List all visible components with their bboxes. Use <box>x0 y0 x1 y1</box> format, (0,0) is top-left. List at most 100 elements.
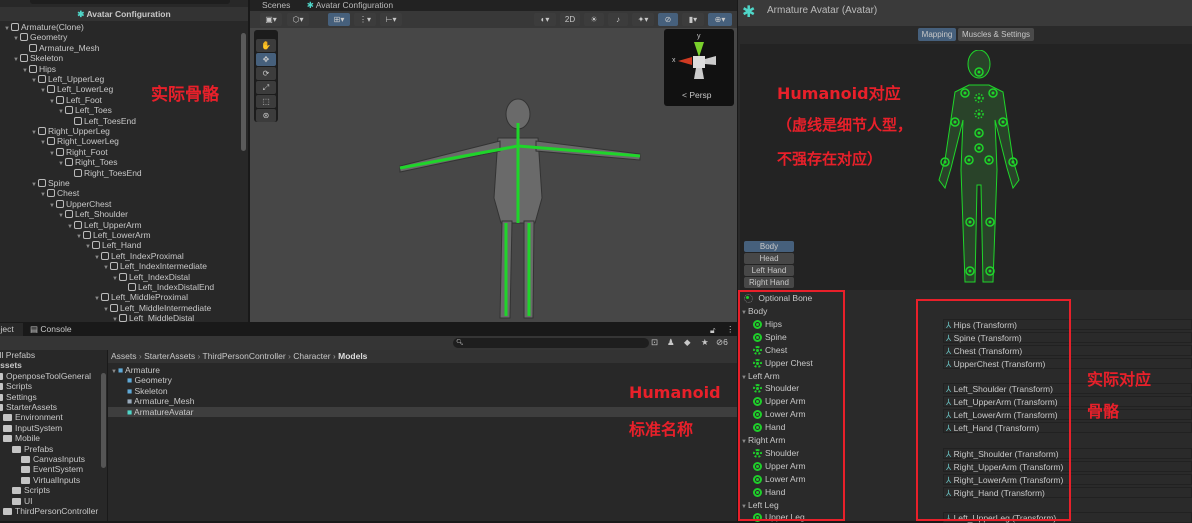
hierarchy-item[interactable]: ▼ Left_Hand <box>85 240 141 250</box>
expand-arrow-icon[interactable]: ▼ <box>40 190 47 200</box>
hierarchy-item[interactable]: ▼ Left_MiddleIntermediate <box>103 303 211 313</box>
grid-snap-button[interactable]: ⊞▾ <box>328 13 350 26</box>
effects-button[interactable]: ✦▾ <box>632 13 654 26</box>
tab-scenes[interactable]: Scenes <box>262 0 290 10</box>
hierarchy-item[interactable]: ▼ Chest <box>40 188 79 198</box>
project-file-item[interactable]: ▼■ Armature <box>108 365 737 375</box>
expand-arrow-icon[interactable]: ▼ <box>58 107 65 117</box>
hierarchy-item[interactable]: ▼ Left_IndexDistal <box>112 272 190 282</box>
hidden-objects-button[interactable]: ⊘ <box>658 13 678 26</box>
search-by-type-icon[interactable]: ⊡ <box>651 337 658 348</box>
increment-snap-button[interactable]: ⋮▾ <box>354 13 376 26</box>
hierarchy-item[interactable]: ▼ Left_Foot <box>49 95 102 105</box>
hierarchy-item[interactable]: ▼ Left_IndexIntermediate <box>103 261 207 271</box>
2d-button[interactable]: 2D <box>560 13 580 26</box>
ruler-button[interactable]: ⊢▾ <box>380 13 402 26</box>
breadcrumb-item[interactable]: › ThirdPersonController <box>195 351 285 361</box>
project-folder-item[interactable]: Prefabs <box>12 444 53 454</box>
expand-arrow-icon[interactable]: ▼ <box>76 232 83 242</box>
hierarchy-item[interactable]: ▼ Right_Foot <box>49 147 108 157</box>
hierarchy-scrollbar[interactable] <box>241 33 246 151</box>
hierarchy-item[interactable]: ▼ Armature(Clone) <box>4 22 84 32</box>
expand-arrow-icon[interactable]: ▼ <box>112 274 119 284</box>
expand-arrow-icon[interactable]: ▼ <box>49 149 56 159</box>
hierarchy-item[interactable]: ▼ Skeleton <box>13 53 63 63</box>
expand-arrow-icon[interactable]: ▼ <box>103 305 110 315</box>
hierarchy-item[interactable]: ▼ Left_MiddleDistal <box>112 313 194 322</box>
project-folder-item[interactable]: All Prefabs <box>0 350 35 360</box>
body-tab-head[interactable]: Head <box>744 253 794 264</box>
project-folder-item[interactable]: Scripts <box>12 485 50 495</box>
expand-arrow-icon[interactable]: ▼ <box>31 128 38 138</box>
project-folder-item[interactable]: UI <box>12 496 33 506</box>
project-search-input[interactable]: 🔍︎ <box>453 338 649 348</box>
expand-arrow-icon[interactable]: ▼ <box>67 222 74 232</box>
draw-mode-button[interactable]: ▣▾ <box>260 13 282 26</box>
hierarchy-item[interactable]: ▼ Left_UpperArm <box>67 220 142 230</box>
body-tab-body[interactable]: Body <box>744 241 794 252</box>
project-folder-item[interactable]: Settings <box>0 392 37 402</box>
expand-arrow-icon[interactable]: ▼ <box>40 138 47 148</box>
project-folder-item[interactable]: EventSystem <box>21 464 83 474</box>
hidden-packages-icon[interactable]: ⊘6 <box>716 337 728 348</box>
expand-arrow-icon[interactable]: ▼ <box>13 34 20 44</box>
tab-mapping[interactable]: Mapping <box>918 28 956 41</box>
expand-arrow-icon[interactable]: ▼ <box>49 97 56 107</box>
hierarchy-item[interactable]: Left_IndexDistalEnd <box>121 282 214 292</box>
expand-arrow-icon[interactable]: ▼ <box>22 66 29 76</box>
expand-arrow-icon[interactable]: ▼ <box>31 76 38 86</box>
tab-console[interactable]: ▤ Console <box>30 323 72 336</box>
project-folder-item[interactable]: InputSystem <box>3 423 62 433</box>
hierarchy-item[interactable]: Armature_Mesh <box>22 43 99 53</box>
breadcrumb-item[interactable]: › Models <box>331 351 367 361</box>
hierarchy-item[interactable]: ▼ Geometry <box>13 32 67 42</box>
hierarchy-item[interactable]: ▼ Left_Toes <box>58 105 112 115</box>
tag-icon[interactable]: ◆ <box>684 337 691 348</box>
project-folder-item[interactable]: VirtualInputs <box>21 475 80 485</box>
expand-arrow-icon[interactable]: ▼ <box>58 211 65 221</box>
hierarchy-item[interactable]: ▼ Left_UpperLeg <box>31 74 104 84</box>
lock-icon[interactable]: 🔓︎ <box>710 325 716 336</box>
gizmos-button[interactable]: ⊕▾ <box>708 13 732 26</box>
tab-avatar-configuration[interactable]: Avatar Configuration <box>316 0 393 10</box>
hierarchy-search[interactable] <box>30 0 230 4</box>
expand-arrow-icon[interactable]: ▼ <box>49 201 56 211</box>
hierarchy-item[interactable]: ▼ Right_LowerLeg <box>40 136 119 146</box>
body-tab-left-hand[interactable]: Left Hand <box>744 265 794 276</box>
hierarchy-item[interactable]: ▼ Right_UpperLeg <box>31 126 110 136</box>
breadcrumb-item[interactable]: › StarterAssets <box>137 351 195 361</box>
shading-button[interactable]: ◐▾ <box>534 13 556 26</box>
expand-arrow-icon[interactable]: ▼ <box>103 263 110 273</box>
more-menu-icon[interactable]: ⋮ <box>726 324 735 335</box>
expand-arrow-icon[interactable]: ▼ <box>85 242 92 252</box>
expand-arrow-icon[interactable]: ▼ <box>40 86 47 96</box>
hierarchy-item[interactable]: ▼ UpperChest <box>49 199 111 209</box>
hierarchy-item[interactable]: Left_ToesEnd <box>67 116 136 126</box>
expand-arrow-icon[interactable]: ▼ <box>94 294 101 304</box>
project-folder-item[interactable]: CanvasInputs <box>21 454 85 464</box>
body-tab-right-hand[interactable]: Right Hand <box>744 277 794 288</box>
render-mode-button[interactable]: ⬡▾ <box>287 13 309 26</box>
lighting-button[interactable]: ☀ <box>584 13 604 26</box>
project-folder-item[interactable]: StarterAssets <box>0 402 57 412</box>
breadcrumb-item[interactable]: › Character <box>286 351 331 361</box>
project-folder-item[interactable]: Scripts <box>0 381 32 391</box>
hierarchy-item[interactable]: ▼ Hips <box>22 64 56 74</box>
expand-arrow-icon[interactable]: ▼ <box>94 253 101 263</box>
project-tree-scrollbar[interactable] <box>101 373 106 468</box>
hierarchy-item[interactable]: ▼ Left_MiddleProximal <box>94 292 188 302</box>
hierarchy-item[interactable]: ▼ Spine <box>31 178 70 188</box>
project-folder-item[interactable]: OpenposeToolGeneral <box>0 371 91 381</box>
expand-arrow-icon[interactable]: ▼ <box>31 180 38 190</box>
tab-muscles-settings[interactable]: Muscles & Settings <box>958 28 1034 41</box>
hierarchy-item[interactable]: ▼ Left_LowerArm <box>76 230 151 240</box>
hierarchy-item[interactable]: ▼ Left_Shoulder <box>58 209 128 219</box>
audio-button[interactable]: ♪ <box>608 13 628 26</box>
project-folder-item[interactable]: Assets <box>0 360 22 370</box>
breadcrumb-item[interactable]: Assets <box>111 351 137 361</box>
tab-project[interactable]: Project <box>0 323 23 336</box>
expand-arrow-icon[interactable]: ▼ <box>112 315 119 322</box>
project-folder-item[interactable]: Mobile <box>3 433 40 443</box>
favorite-star-icon[interactable]: ★ <box>701 337 709 348</box>
project-folder-item[interactable]: Environment <box>3 412 63 422</box>
